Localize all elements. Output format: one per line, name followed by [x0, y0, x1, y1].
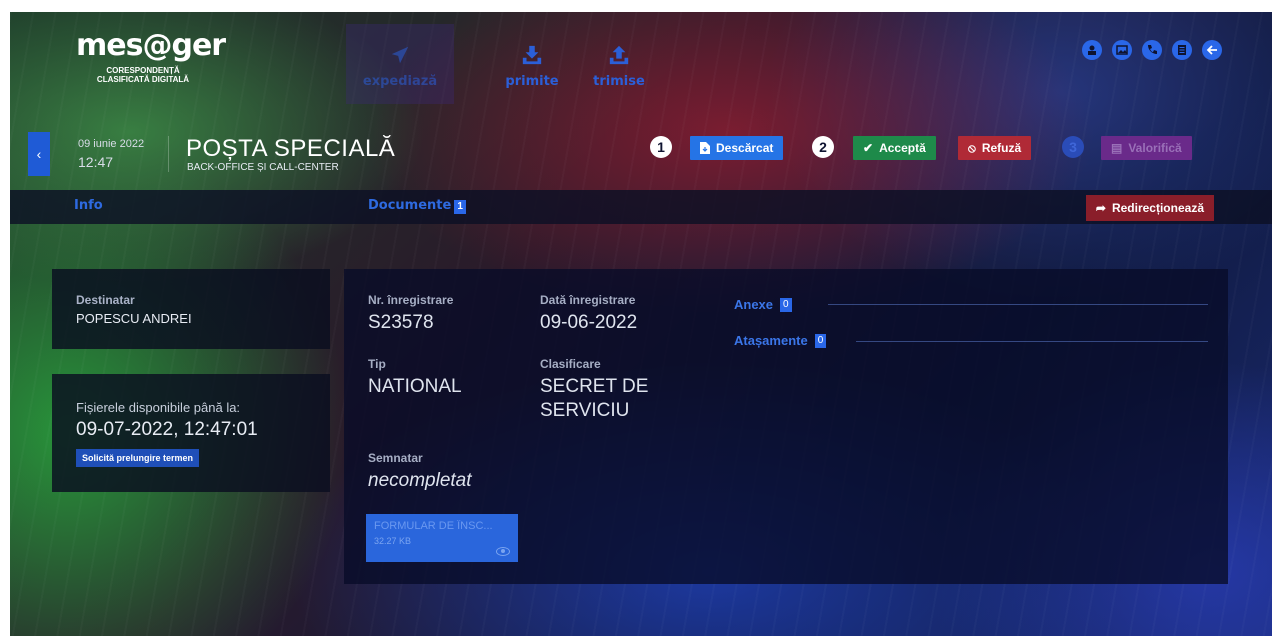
recipient-card: Destinatar POPESCU ANDREI: [52, 269, 330, 349]
send-icon: [391, 46, 409, 64]
logo-subtitle: CORESPONDENȚĂ CLASIFICATĂ DIGITALĂ: [96, 66, 190, 84]
accept-button[interactable]: ✔ Acceptă: [853, 136, 936, 160]
step-3-indicator: 3: [1062, 136, 1084, 158]
redirect-button[interactable]: ➦ Redirecționează: [1085, 195, 1214, 221]
file-download-icon: [700, 142, 710, 154]
download-tray-icon: [522, 45, 542, 65]
upload-tray-icon: [609, 45, 629, 65]
tab-info[interactable]: Info: [74, 198, 103, 213]
nav-tab-expediaza[interactable]: expediază: [346, 24, 454, 104]
chevron-left-icon: ‹: [36, 146, 42, 162]
nav-label: trimise: [593, 74, 645, 89]
annexes-link[interactable]: Anexe 0: [734, 297, 792, 312]
top-toolbar: [1082, 40, 1222, 60]
attachments-count-badge: 0: [814, 333, 827, 348]
divider: [828, 304, 1208, 305]
image-icon[interactable]: [1112, 40, 1132, 60]
org-subtitle: BACK-OFFICE ȘI CALL-CENTER: [187, 162, 339, 173]
share-arrow-icon: ➦: [1095, 201, 1106, 215]
app-logo[interactable]: mes@ger CORESPONDENȚĂ CLASIFICATĂ DIGITA…: [76, 28, 226, 85]
divider: [856, 341, 1208, 342]
recipient-label: Destinatar: [76, 293, 135, 307]
step-2-indicator: 2: [812, 136, 834, 158]
recipient-value: POPESCU ANDREI: [76, 311, 192, 326]
validate-button[interactable]: ▤ Valorifică: [1101, 136, 1192, 160]
refuse-button[interactable]: ⦸ Refuză: [958, 136, 1032, 160]
type-field: Tip NATIONAL: [368, 357, 462, 397]
annexes-count-badge: 0: [780, 297, 792, 312]
registration-date-value: 09-06-2022: [540, 312, 638, 333]
step-1-indicator: 1: [650, 136, 672, 158]
availability-label: Fișierele disponibile până la:: [76, 400, 241, 415]
org-title: POȘTA SPECIALĂ: [186, 135, 396, 162]
registration-date-field: Dată înregistrare 09-06-2022: [540, 293, 638, 333]
classification-value: SECRET DE SERVICIU: [540, 376, 649, 421]
message-time: 12:47: [78, 154, 114, 170]
registration-number-field: Nr. înregistrare S23578: [368, 293, 454, 333]
registration-number-value: S23578: [368, 312, 434, 333]
documents-count-badge: 1: [454, 200, 466, 214]
file-tile[interactable]: FORMULAR DE ÎNSC... 32.27 KB: [366, 514, 518, 562]
attachments-link[interactable]: Atașamente 0: [734, 333, 827, 348]
document-panel: Nr. înregistrare S23578 Dată înregistrar…: [344, 269, 1228, 584]
message-date: 09 iunie 2022: [78, 138, 145, 150]
availability-value: 09-07-2022, 12:47:01: [76, 419, 258, 440]
logo-text: mes@ger: [76, 28, 226, 63]
file-name: FORMULAR DE ÎNSC...: [374, 520, 493, 532]
check-icon: ✔: [863, 141, 874, 155]
signer-value: necompletat: [368, 470, 472, 491]
nav-tab-trimise[interactable]: trimise: [565, 24, 673, 104]
app-window: mes@ger CORESPONDENȚĂ CLASIFICATĂ DIGITA…: [10, 12, 1272, 636]
tab-documents[interactable]: Documente 1: [368, 198, 466, 214]
arrow-left-icon[interactable]: [1202, 40, 1222, 60]
back-button[interactable]: ‹: [28, 132, 50, 176]
file-size: 32.27 KB: [374, 536, 412, 546]
classification-field: Clasificare SECRET DE SERVICIU: [540, 357, 649, 421]
nav-label: primite: [505, 74, 559, 89]
type-value: NATIONAL: [368, 376, 462, 397]
agent-icon[interactable]: [1082, 40, 1102, 60]
ban-icon: ⦸: [968, 140, 976, 155]
section-tabbar: [10, 190, 1272, 224]
eye-icon[interactable]: [496, 547, 510, 556]
signer-field: Semnatar necompletat: [368, 451, 472, 491]
document-icon[interactable]: [1172, 40, 1192, 60]
divider: [168, 136, 169, 172]
phone-icon[interactable]: [1142, 40, 1162, 60]
nav-label: expediază: [362, 74, 438, 89]
downloaded-button[interactable]: Descărcat: [690, 136, 784, 160]
extend-term-button[interactable]: Solicită prelungire termen: [76, 449, 200, 467]
archive-icon: ▤: [1111, 141, 1123, 155]
availability-card: Fișierele disponibile până la: 09-07-202…: [52, 374, 330, 492]
